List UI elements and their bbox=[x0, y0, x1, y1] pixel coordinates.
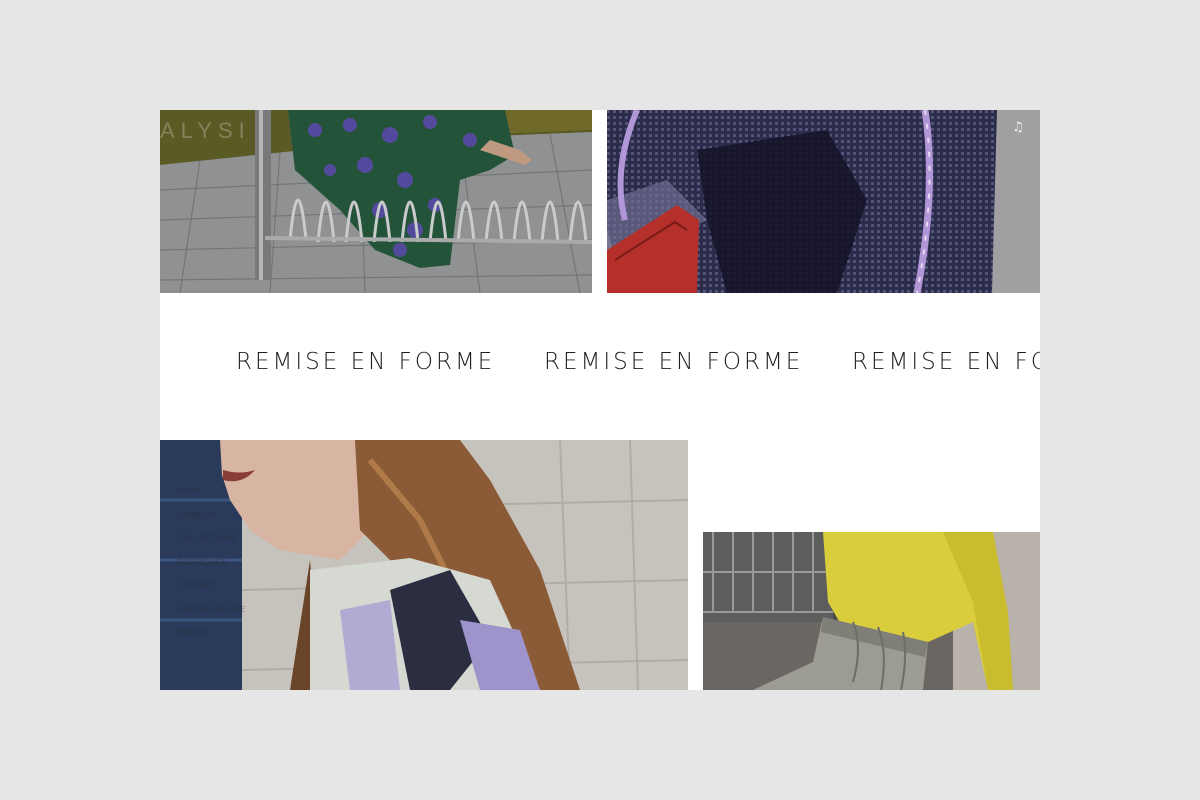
nav-item-contact[interactable]: CONTACT bbox=[177, 581, 246, 605]
marquee-text: REMISE EN FORME bbox=[236, 349, 496, 375]
lookbook-photo-yellow-sweater[interactable] bbox=[703, 532, 1040, 690]
hoop-photo-image bbox=[607, 110, 1040, 293]
side-navigation: SHOP CHARLES COLLECTIONS BOUTIQUES CONTA… bbox=[177, 487, 246, 652]
marquee-text: REMISE EN FORME bbox=[852, 349, 1040, 375]
nav-item-collections[interactable]: COLLECTIONS bbox=[177, 534, 246, 558]
marquee-banner: REMISE EN FORME REMISE EN FORME REMISE E… bbox=[160, 293, 1040, 440]
marquee-text: REMISE EN FORME bbox=[544, 349, 804, 375]
nav-item-charles[interactable]: CHARLES bbox=[177, 511, 246, 535]
nav-item-boutiques[interactable]: BOUTIQUES bbox=[177, 558, 246, 582]
nav-item-garden-house[interactable]: GARDEN HOUSE bbox=[177, 605, 246, 629]
lookbook-photo-hoop[interactable]: ♫ bbox=[607, 110, 1040, 293]
brand-logo[interactable]: ALYSI bbox=[160, 118, 251, 144]
nav-item-press[interactable]: PRESS bbox=[177, 628, 246, 652]
music-note-icon[interactable]: ♫ bbox=[1010, 120, 1026, 136]
yellow-sweater-photo-image bbox=[703, 532, 1040, 690]
website-page: ALYSI ♫ REMISE EN FORME REMISE EN FORME … bbox=[160, 110, 1040, 690]
nav-item-shop[interactable]: SHOP bbox=[177, 487, 246, 511]
